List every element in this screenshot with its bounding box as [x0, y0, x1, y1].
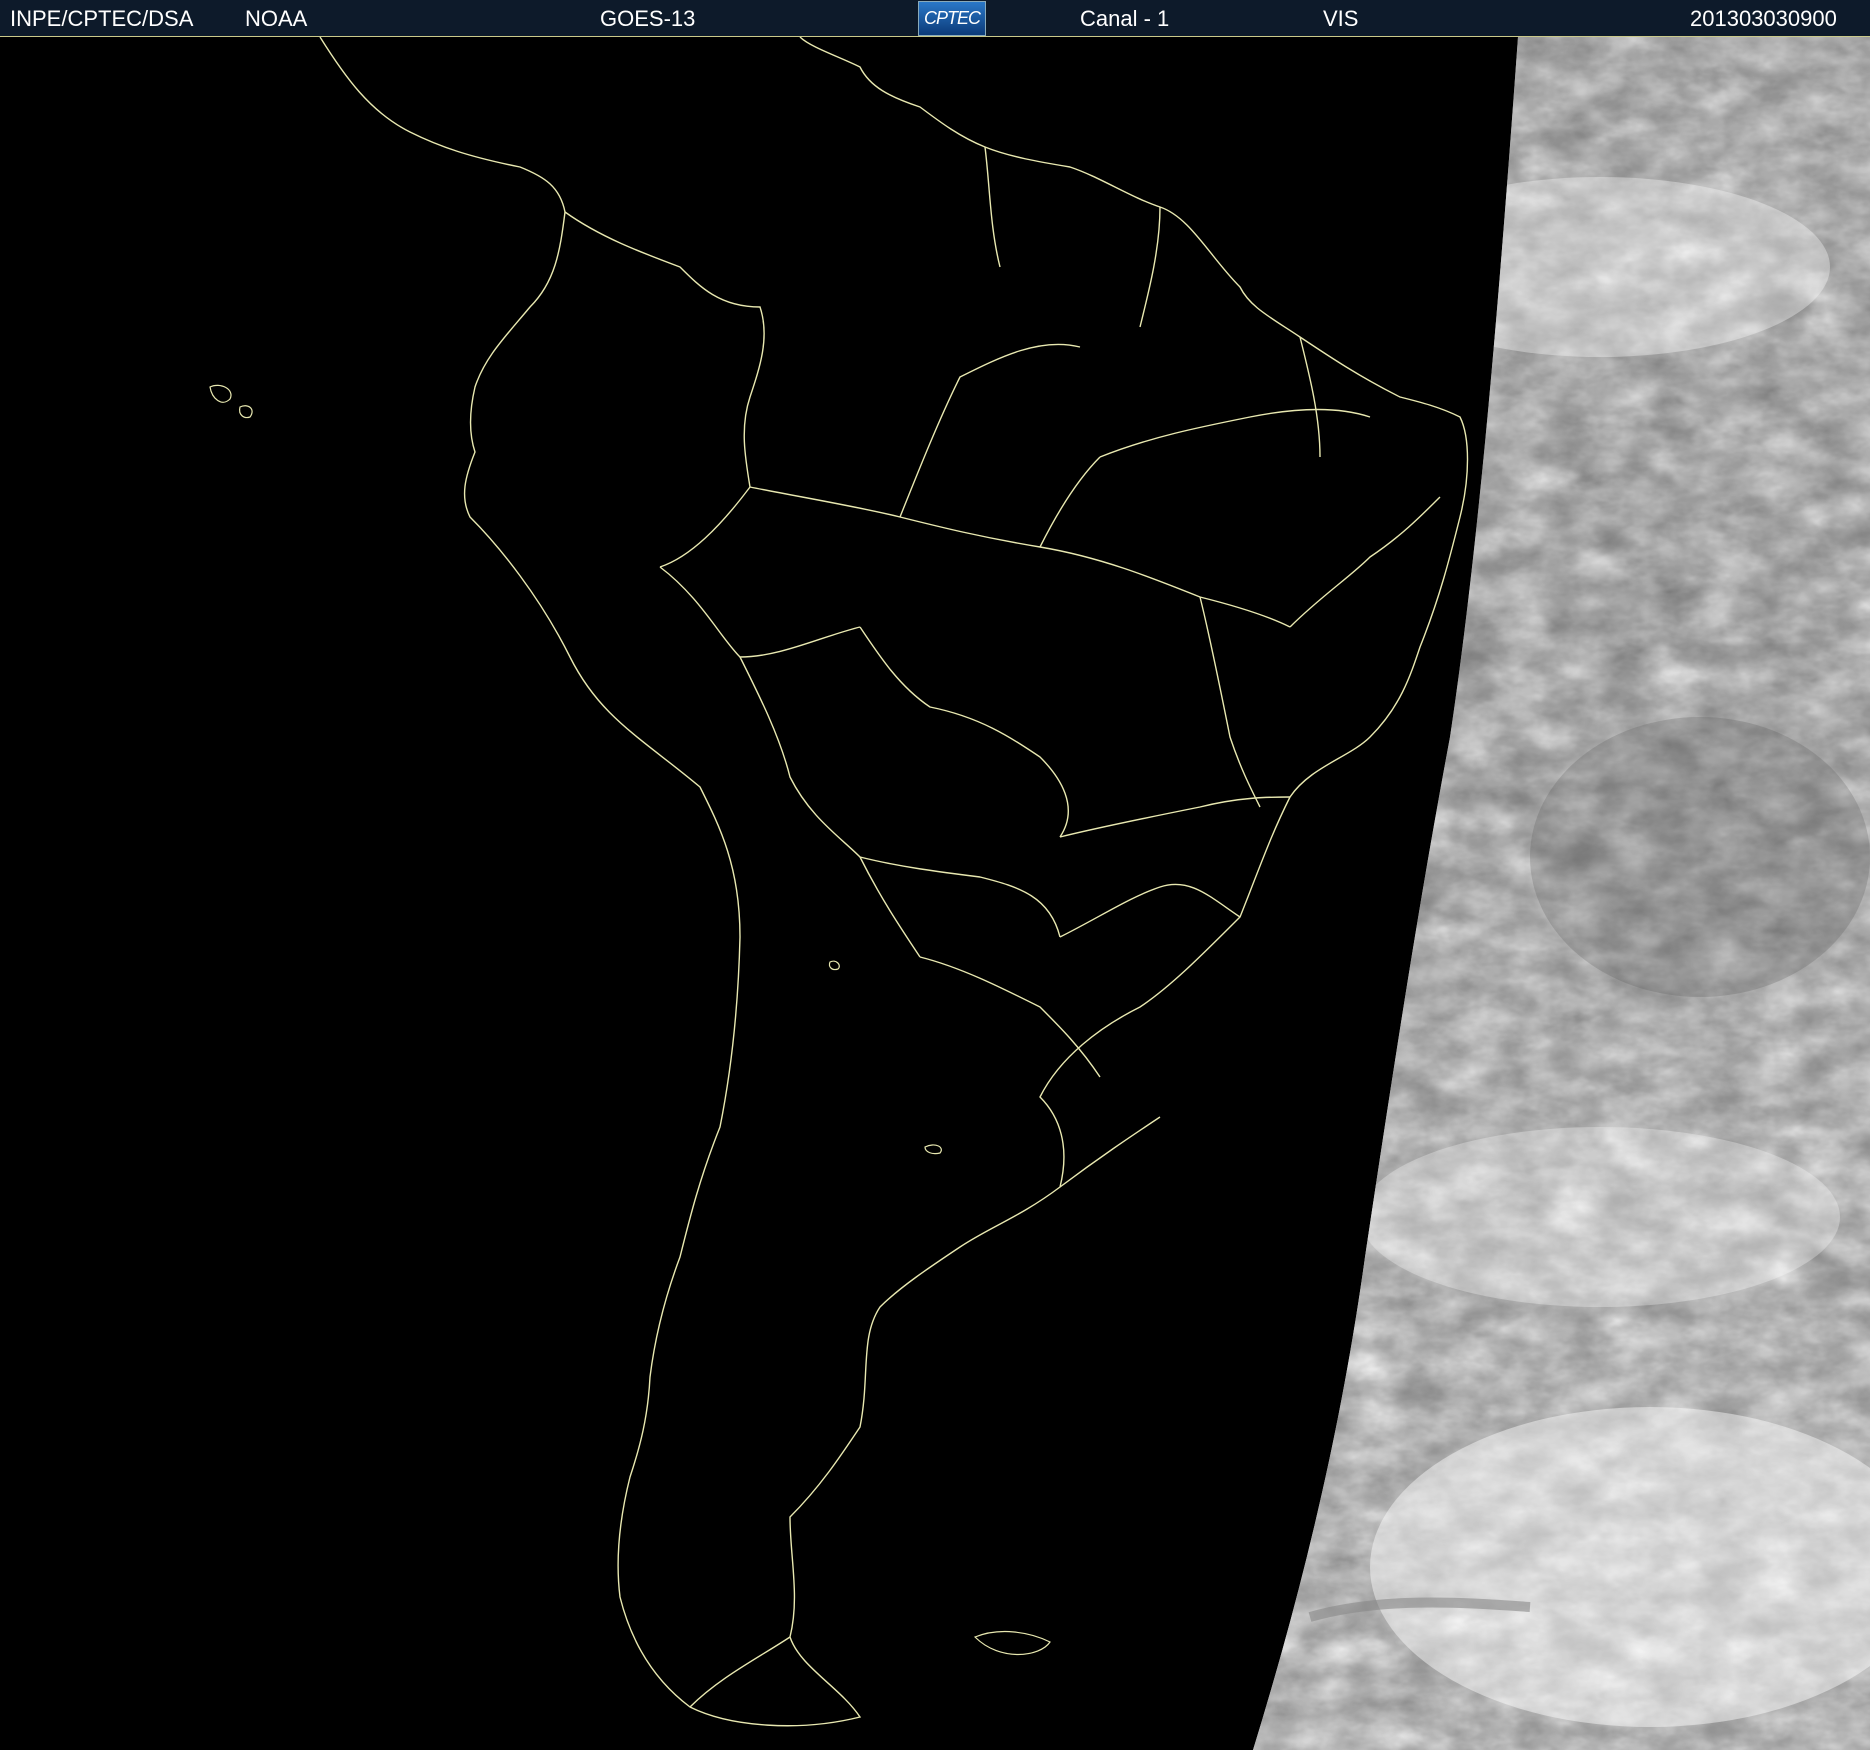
satellite-label: GOES-13 — [600, 6, 696, 31]
islands — [209, 384, 1051, 1656]
agency-label: INPE/CPTEC/DSA — [10, 6, 194, 31]
timestamp-label: 201303030900 — [1690, 6, 1837, 31]
cloud-field — [1253, 37, 1870, 1750]
coastline-borders — [319, 37, 1469, 1727]
satellite-image — [0, 37, 1870, 1750]
cptec-logo: CPTEC — [918, 1, 986, 36]
channel-label: Canal - 1 — [1080, 6, 1170, 31]
source-label: NOAA — [245, 6, 308, 31]
satellite-map — [209, 37, 1870, 1750]
band-label: VIS — [1323, 6, 1359, 31]
image-header: INPE/CPTEC/DSA NOAA GOES-13 CPTEC Canal … — [0, 0, 1870, 37]
